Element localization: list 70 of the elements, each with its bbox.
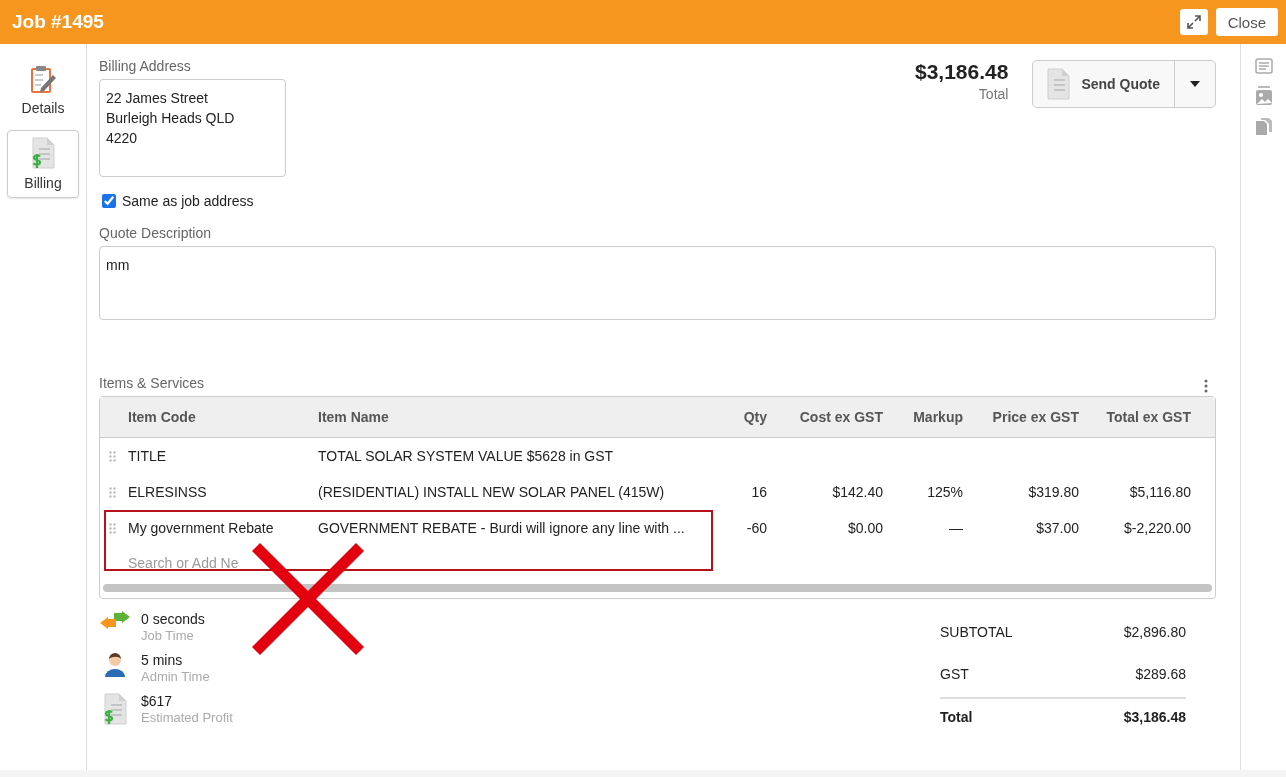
table-cell-text: TOTAL SOLAR SYSTEM VALUE $5628 in GST <box>317 448 615 464</box>
total-label: Total <box>978 86 1009 102</box>
sidebar-tab[interactable]: Details <box>7 56 79 124</box>
totals-label: SUBTOTAL <box>940 624 1013 640</box>
drag-handle-icon[interactable] <box>108 450 116 462</box>
close-button[interactable]: Close <box>1215 8 1278 36</box>
clipboard-icon <box>29 64 57 94</box>
totals-value: $289.68 <box>1135 666 1186 682</box>
billing-document-icon <box>30 137 56 169</box>
table-cell-text: -60 <box>745 520 768 536</box>
table-cell-text: $0.00 <box>846 520 884 536</box>
column-header: Cost ex GST <box>798 409 884 425</box>
expand-icon <box>1186 15 1201 29</box>
quote-document-icon <box>1045 68 1072 100</box>
stat-value: 5 mins <box>141 652 184 668</box>
totals-label: Total <box>940 709 973 725</box>
table-cell-text: $142.40 <box>831 484 884 500</box>
sidebar-tab[interactable]: Billing <box>7 130 79 198</box>
table-cell-text: TITLE <box>127 448 168 464</box>
table-cell-text: GOVERNMENT REBATE - Burdi will ignore any line with ... <box>317 520 686 536</box>
copy-icon <box>1254 118 1273 138</box>
person-icon <box>104 652 126 678</box>
table-cell-text: — <box>948 520 964 536</box>
column-header: Price ex GST <box>991 409 1080 425</box>
stat-label: Estimated Profit <box>141 710 233 725</box>
section-label: Items & Services <box>99 375 205 391</box>
window-title: Job #1495 <box>12 11 105 33</box>
notes-button[interactable] <box>1254 58 1273 74</box>
totals-value: $2,896.80 <box>1123 624 1186 640</box>
stat-value: 0 seconds <box>141 611 205 627</box>
billing-document-icon <box>102 693 128 725</box>
copy-button[interactable] <box>1254 118 1273 138</box>
description-field[interactable]: mm <box>99 246 1216 320</box>
table-cell-text: 125% <box>926 484 964 500</box>
column-header: Qty <box>742 409 768 425</box>
table-cell-text: $-2,220.00 <box>1123 520 1192 536</box>
address-field[interactable]: 22 James Street Burleigh Heads QLD 4220 <box>99 79 286 177</box>
checkbox-label: Same as job address <box>122 193 254 209</box>
caret-icon <box>1190 81 1200 87</box>
stat-label: Job Time <box>141 628 195 643</box>
totals-value: $3,186.48 <box>1123 709 1186 725</box>
arrows-icon <box>100 611 130 631</box>
drag-handle-icon[interactable] <box>108 486 116 498</box>
photos-button[interactable] <box>1254 86 1273 106</box>
table-cell-text: 16 <box>750 484 768 500</box>
send-quote-button[interactable]: Send Quote <box>1033 61 1175 107</box>
more-icon <box>1204 378 1208 393</box>
note-icon <box>1254 58 1273 74</box>
table-cell-text: $319.80 <box>1027 484 1080 500</box>
field-label: Billing Address <box>99 58 192 74</box>
table-cell-text: My government Rebate <box>127 520 275 536</box>
table-cell-text: ELRESINSS <box>127 484 208 500</box>
column-header: Item Code <box>127 409 197 425</box>
column-header: Item Name <box>317 409 390 425</box>
stat-value: $617 <box>141 693 174 709</box>
table-cell-text: $37.00 <box>1035 520 1080 536</box>
scrollbar[interactable] <box>103 584 1212 592</box>
more-button[interactable] <box>1204 378 1208 393</box>
field-label: Quote Description <box>99 225 213 241</box>
table-cell-text: (RESIDENTIAL) INSTALL NEW SOLAR PANEL (415W) <box>317 484 666 500</box>
table-cell-text: $5,116.80 <box>1128 484 1192 500</box>
totals-label: GST <box>940 666 969 682</box>
column-header: Markup <box>912 409 964 425</box>
drag-handle-icon[interactable] <box>108 522 116 534</box>
column-header: Total ex GST <box>1105 409 1192 425</box>
total-amount: $3,186.48 <box>915 60 1009 84</box>
expand-button[interactable] <box>1179 9 1208 35</box>
stat-label: Admin Time <box>141 669 210 684</box>
checkbox[interactable] <box>102 194 116 208</box>
image-icon <box>1254 86 1273 106</box>
